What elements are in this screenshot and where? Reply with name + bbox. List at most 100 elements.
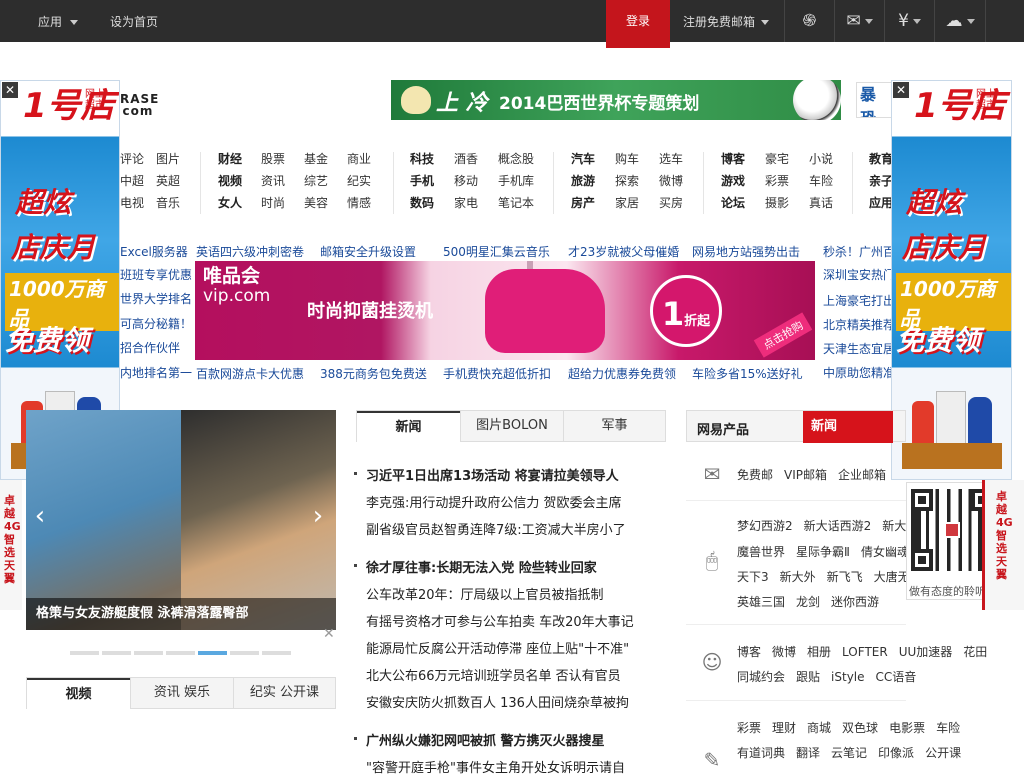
nav-category-link[interactable]: 科技 — [410, 152, 454, 166]
nav-link[interactable]: 酒香 — [454, 152, 498, 166]
slide-dot[interactable] — [70, 651, 99, 655]
news-item[interactable]: 有摇号资格才可参与公车拍卖 车改20年大事记 — [366, 611, 634, 630]
nav-link[interactable]: 图片 — [156, 152, 192, 166]
nav-link[interactable]: 中超 — [120, 174, 156, 188]
news-item[interactable]: 李克强:用行动提升政府公信力 贺欧委会主席 — [366, 492, 622, 511]
product-link[interactable]: 新飞飞 — [827, 570, 863, 584]
tab-news-ent[interactable]: 资讯 娱乐 — [130, 678, 233, 709]
product-link[interactable]: 双色球 — [842, 721, 878, 735]
nav-link[interactable]: 音乐 — [156, 196, 192, 210]
product-link[interactable]: iStyle — [831, 670, 864, 684]
slide-caption[interactable]: 格策与女友游艇度假 泳裤滑落露臀部 — [26, 598, 336, 630]
promo-link[interactable]: 388元商务包免费送 — [320, 365, 427, 382]
product-link[interactable]: 微博 — [772, 645, 796, 659]
nav-category-link[interactable]: 旅游 — [571, 174, 615, 188]
nav-category-link[interactable]: 数码 — [410, 196, 454, 210]
mail-menu[interactable]: ✉ — [834, 0, 884, 42]
product-link[interactable]: 车险 — [936, 721, 960, 735]
news-item[interactable]: 副省级官员赵智勇连降7级:工资减大半房小了 — [366, 519, 626, 538]
product-link[interactable]: 翻译 — [796, 746, 820, 760]
nav-link[interactable]: 手机库 — [498, 174, 558, 188]
vip-ad-banner[interactable]: 唯品会 vip.com 时尚抑菌挂烫机 1折起 点击抢购 — [195, 261, 815, 360]
nav-category-link[interactable]: 论坛 — [721, 196, 765, 210]
promo-link[interactable]: 才23岁就被父母催婚 — [568, 243, 679, 260]
prev-arrow-icon[interactable]: ‹ — [30, 498, 50, 534]
nav-link[interactable]: 小说 — [809, 152, 853, 166]
slide-dot[interactable] — [262, 651, 291, 655]
nav-link[interactable]: 纪实 — [347, 174, 387, 188]
nav-link[interactable]: 商业 — [347, 152, 387, 166]
promo-link[interactable]: 班班专享优惠 — [120, 266, 192, 283]
promo-link[interactable]: 秒杀！广州百 — [823, 243, 895, 260]
promo-link[interactable]: 上海豪宅打出 — [823, 292, 895, 309]
tab-photos[interactable]: 图片BOLON — [460, 411, 563, 442]
product-link[interactable]: 倩女幽魂 — [861, 545, 909, 559]
news-app-tag[interactable]: 新闻 — [803, 411, 893, 443]
apps-menu[interactable]: 应用 — [38, 13, 79, 30]
promo-link[interactable]: 手机费快充超低折扣 — [443, 365, 551, 382]
slide-dot[interactable] — [166, 651, 195, 655]
close-icon[interactable]: ✕ — [323, 626, 335, 642]
news-headline[interactable]: 习近平1日出席13场活动 将宴请拉美领导人 — [354, 465, 619, 484]
nav-link[interactable]: 家电 — [454, 196, 498, 210]
promo-link[interactable]: 500明星汇集云音乐 — [443, 243, 550, 260]
product-link[interactable]: 电影票 — [889, 721, 925, 735]
nav-link[interactable]: 移动 — [454, 174, 498, 188]
snail-mascot-button[interactable]: ֍ — [784, 0, 834, 42]
product-link[interactable]: 天下3 — [737, 570, 769, 584]
news-item[interactable]: 能源局忙反腐公开活动停滞 座位上贴"十不准" — [366, 638, 629, 657]
tab-military[interactable]: 军事 — [563, 411, 665, 442]
nav-link[interactable]: 微博 — [659, 174, 703, 188]
promo-link[interactable]: 网易地方站强势出击 — [692, 243, 800, 260]
world-cup-banner[interactable]: 上 冷 2014巴西世界杯专题策划 — [391, 80, 841, 120]
promo-link[interactable]: 天津生态宜居 — [823, 340, 895, 357]
news-headline[interactable]: 徐才厚往事:长期无法入党 险些转业回家 — [354, 557, 597, 576]
product-link[interactable]: 免费邮 — [737, 468, 773, 482]
photo-slideshow[interactable]: ‹ › 格策与女友游艇度假 泳裤滑落露臀部 — [26, 410, 336, 630]
product-link[interactable]: 印像派 — [878, 746, 914, 760]
product-link[interactable]: 同城约会 — [737, 670, 785, 684]
product-link[interactable]: LOFTER — [842, 645, 888, 659]
product-link[interactable]: 迷你西游 — [831, 595, 879, 609]
tab-video[interactable]: 视频 — [27, 678, 130, 710]
product-link[interactable]: 新大外 — [780, 570, 816, 584]
right-header-banner[interactable]: 暴恐 — [856, 82, 892, 118]
nav-link[interactable]: 英超 — [156, 174, 192, 188]
nav-link[interactable]: 摄影 — [765, 196, 809, 210]
nav-category-link[interactable]: 汽车 — [571, 152, 615, 166]
product-link[interactable]: UU加速器 — [899, 645, 953, 659]
promo-link[interactable]: 车险多省15%送好礼 — [692, 365, 803, 382]
close-icon[interactable]: ✕ — [893, 82, 909, 98]
promo-link[interactable]: 北京精英推荐 — [823, 316, 895, 333]
product-link[interactable]: VIP邮箱 — [784, 468, 827, 482]
nav-link[interactable]: 探索 — [615, 174, 659, 188]
product-link[interactable]: 公开课 — [925, 746, 961, 760]
site-logo-fragment[interactable]: RASE com — [120, 93, 159, 117]
product-link[interactable]: 英雄三国 — [737, 595, 785, 609]
nav-link[interactable]: 买房 — [659, 196, 703, 210]
nav-link[interactable]: 电视 — [120, 196, 156, 210]
promo-link[interactable]: 世界大学排名 — [120, 290, 192, 307]
nav-category-link[interactable]: 视频 — [218, 174, 261, 188]
nav-link[interactable]: 情感 — [347, 196, 387, 210]
register-mail-menu[interactable]: 注册免费邮箱 — [683, 13, 770, 30]
promo-link[interactable]: Excel服务器 — [120, 243, 188, 260]
product-link[interactable]: CC语音 — [876, 670, 917, 684]
product-link[interactable]: 彩票 — [737, 721, 761, 735]
nav-link[interactable]: 家居 — [615, 196, 659, 210]
nav-link[interactable]: 车险 — [809, 174, 853, 188]
promo-link[interactable]: 招合作伙伴 — [120, 339, 180, 356]
nav-link[interactable]: 股票 — [261, 152, 304, 166]
product-link[interactable]: 理财 — [772, 721, 796, 735]
nav-link[interactable]: 彩票 — [765, 174, 809, 188]
product-link[interactable]: 企业邮箱 — [838, 468, 886, 482]
nav-link[interactable]: 购车 — [615, 152, 659, 166]
right-telecom-strip[interactable]: 卓越4G 智选天翼 — [982, 480, 1024, 610]
news-item[interactable]: 北大公布66万元培训班学员名单 否认有官员 — [366, 665, 621, 684]
promo-link[interactable]: 可高分秘籍！ — [120, 315, 192, 332]
nav-link[interactable]: 基金 — [304, 152, 347, 166]
nav-link[interactable]: 时尚 — [261, 196, 304, 210]
slide-dot[interactable] — [230, 651, 259, 655]
product-link[interactable]: 大唐无 — [874, 570, 910, 584]
nav-link[interactable]: 笔记本 — [498, 196, 558, 210]
